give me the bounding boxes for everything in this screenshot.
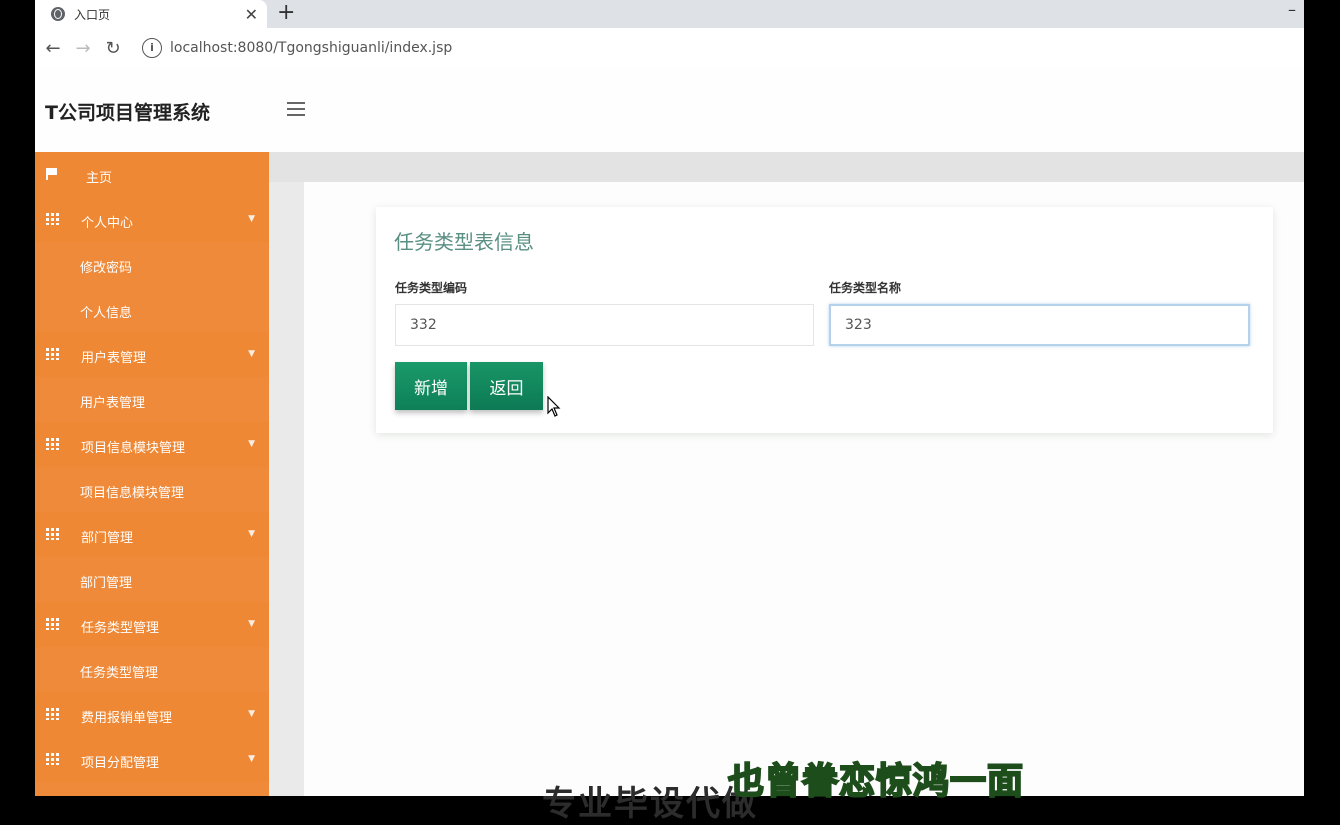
sidebar-item[interactable]: 任务类型管理 ▼	[35, 602, 269, 647]
sidebar-item[interactable]: 个人信息	[35, 287, 269, 332]
mouse-cursor-icon	[547, 396, 561, 417]
sidebar-item[interactable]: 费用报销单管理 ▼	[35, 692, 269, 737]
flag-icon	[46, 168, 59, 180]
new-tab-button[interactable]: +	[277, 1, 295, 25]
sidebar-item-label: 项目分配管理	[81, 756, 160, 771]
minimize-button[interactable]: –	[1288, 0, 1296, 19]
forward-arrow-icon[interactable]: →	[68, 38, 98, 59]
sidebar-item-label: 主页	[86, 171, 113, 186]
menu-toggle-icon[interactable]	[287, 102, 305, 116]
sidebar-item-label: 费用报销单管理	[81, 711, 173, 726]
sidebar-item[interactable]: 项目分配管理 ▼	[35, 737, 269, 782]
sidebar-item-label: 项目信息模块管理	[80, 486, 185, 501]
reload-icon[interactable]: ↻	[98, 38, 128, 59]
code-label: 任务类型编码	[395, 281, 468, 295]
form-card: 任务类型表信息 任务类型编码 任务类型名称 新增 返回	[376, 207, 1273, 433]
browser-window: 入口页 ✕ + – ← → ↻ i localhost:8080/Tgongsh…	[35, 0, 1304, 796]
name-input[interactable]	[829, 304, 1250, 346]
grid-icon	[46, 348, 59, 360]
sidebar-item-label: 部门管理	[81, 531, 134, 546]
sidebar-item[interactable]: 个人中心 ▼	[35, 197, 269, 242]
sidebar-item[interactable]: 用户表管理	[35, 377, 269, 422]
sidebar-item-label: 修改密码	[80, 261, 133, 276]
grid-icon	[46, 528, 59, 540]
sidebar-item[interactable]: 修改密码	[35, 242, 269, 287]
black-border	[1304, 0, 1340, 796]
sidebar-item[interactable]: 部门管理	[35, 557, 269, 602]
caret-icon: ▼	[248, 214, 255, 224]
app-header: T公司项目管理系统	[35, 68, 1304, 152]
back-arrow-icon[interactable]: ←	[38, 38, 68, 59]
sidebar-item[interactable]: 项目信息模块管理 ▼	[35, 422, 269, 467]
caret-icon: ▼	[248, 619, 255, 629]
url-text[interactable]: localhost:8080/Tgongshiguanli/index.jsp	[170, 40, 452, 56]
add-button[interactable]: 新增	[395, 362, 467, 410]
caret-icon: ▼	[248, 439, 255, 449]
sidebar-item[interactable]: 用户表管理 ▼	[35, 332, 269, 377]
sidebar-item[interactable]: 主页	[35, 152, 269, 197]
sidebar-item-label: 个人中心	[81, 216, 134, 231]
sidebar-item[interactable]: 部门管理 ▼	[35, 512, 269, 557]
tab-title: 入口页	[74, 7, 111, 22]
grid-icon	[46, 708, 59, 720]
grid-icon	[46, 213, 59, 225]
subtitle-line-1: 也曾眷恋惊鸿一面	[727, 760, 1025, 803]
address-bar: ← → ↻ i localhost:8080/Tgongshiguanli/in…	[35, 28, 1304, 68]
sidebar-item-label: 部门管理	[80, 576, 133, 591]
sidebar-item[interactable]: 项目信息模块管理	[35, 467, 269, 512]
sidebar-item-label: 个人信息	[80, 306, 133, 321]
grid-icon	[46, 438, 59, 450]
sidebar-item-label: 项目信息模块管理	[81, 441, 186, 456]
sidebar-item-label: 用户表管理	[80, 396, 146, 411]
sidebar-item[interactable]: 任务类型管理	[35, 647, 269, 692]
sidebar-item-label: 任务类型管理	[81, 621, 160, 636]
grid-icon	[46, 618, 59, 630]
content-topbar	[269, 152, 1304, 182]
grid-icon	[46, 753, 59, 765]
caret-icon: ▼	[248, 529, 255, 539]
close-tab-icon[interactable]: ✕	[245, 5, 258, 24]
name-label: 任务类型名称	[829, 281, 902, 295]
tab-strip: 入口页 ✕ + –	[35, 0, 1304, 28]
caret-icon: ▼	[248, 349, 255, 359]
caret-icon: ▼	[248, 754, 255, 764]
brand-title: T公司项目管理系统	[45, 102, 210, 124]
sidebar: 主页 个人中心 ▼ 修改密码 个人信息 用户表管理 ▼ 用户表管理 项目信息模块管理 ▼ 项目信息模…	[35, 152, 269, 796]
subtitle-line-2: 专业毕设代做	[542, 784, 758, 824]
info-icon[interactable]: i	[142, 38, 162, 58]
caret-icon: ▼	[248, 709, 255, 719]
form-title: 任务类型表信息	[394, 230, 534, 254]
browser-tab[interactable]: 入口页 ✕	[35, 0, 267, 28]
sidebar-item-label: 任务类型管理	[80, 666, 159, 681]
globe-icon	[51, 7, 65, 21]
back-button[interactable]: 返回	[470, 362, 543, 410]
code-input[interactable]	[395, 304, 814, 346]
sidebar-item-label: 用户表管理	[81, 351, 147, 366]
